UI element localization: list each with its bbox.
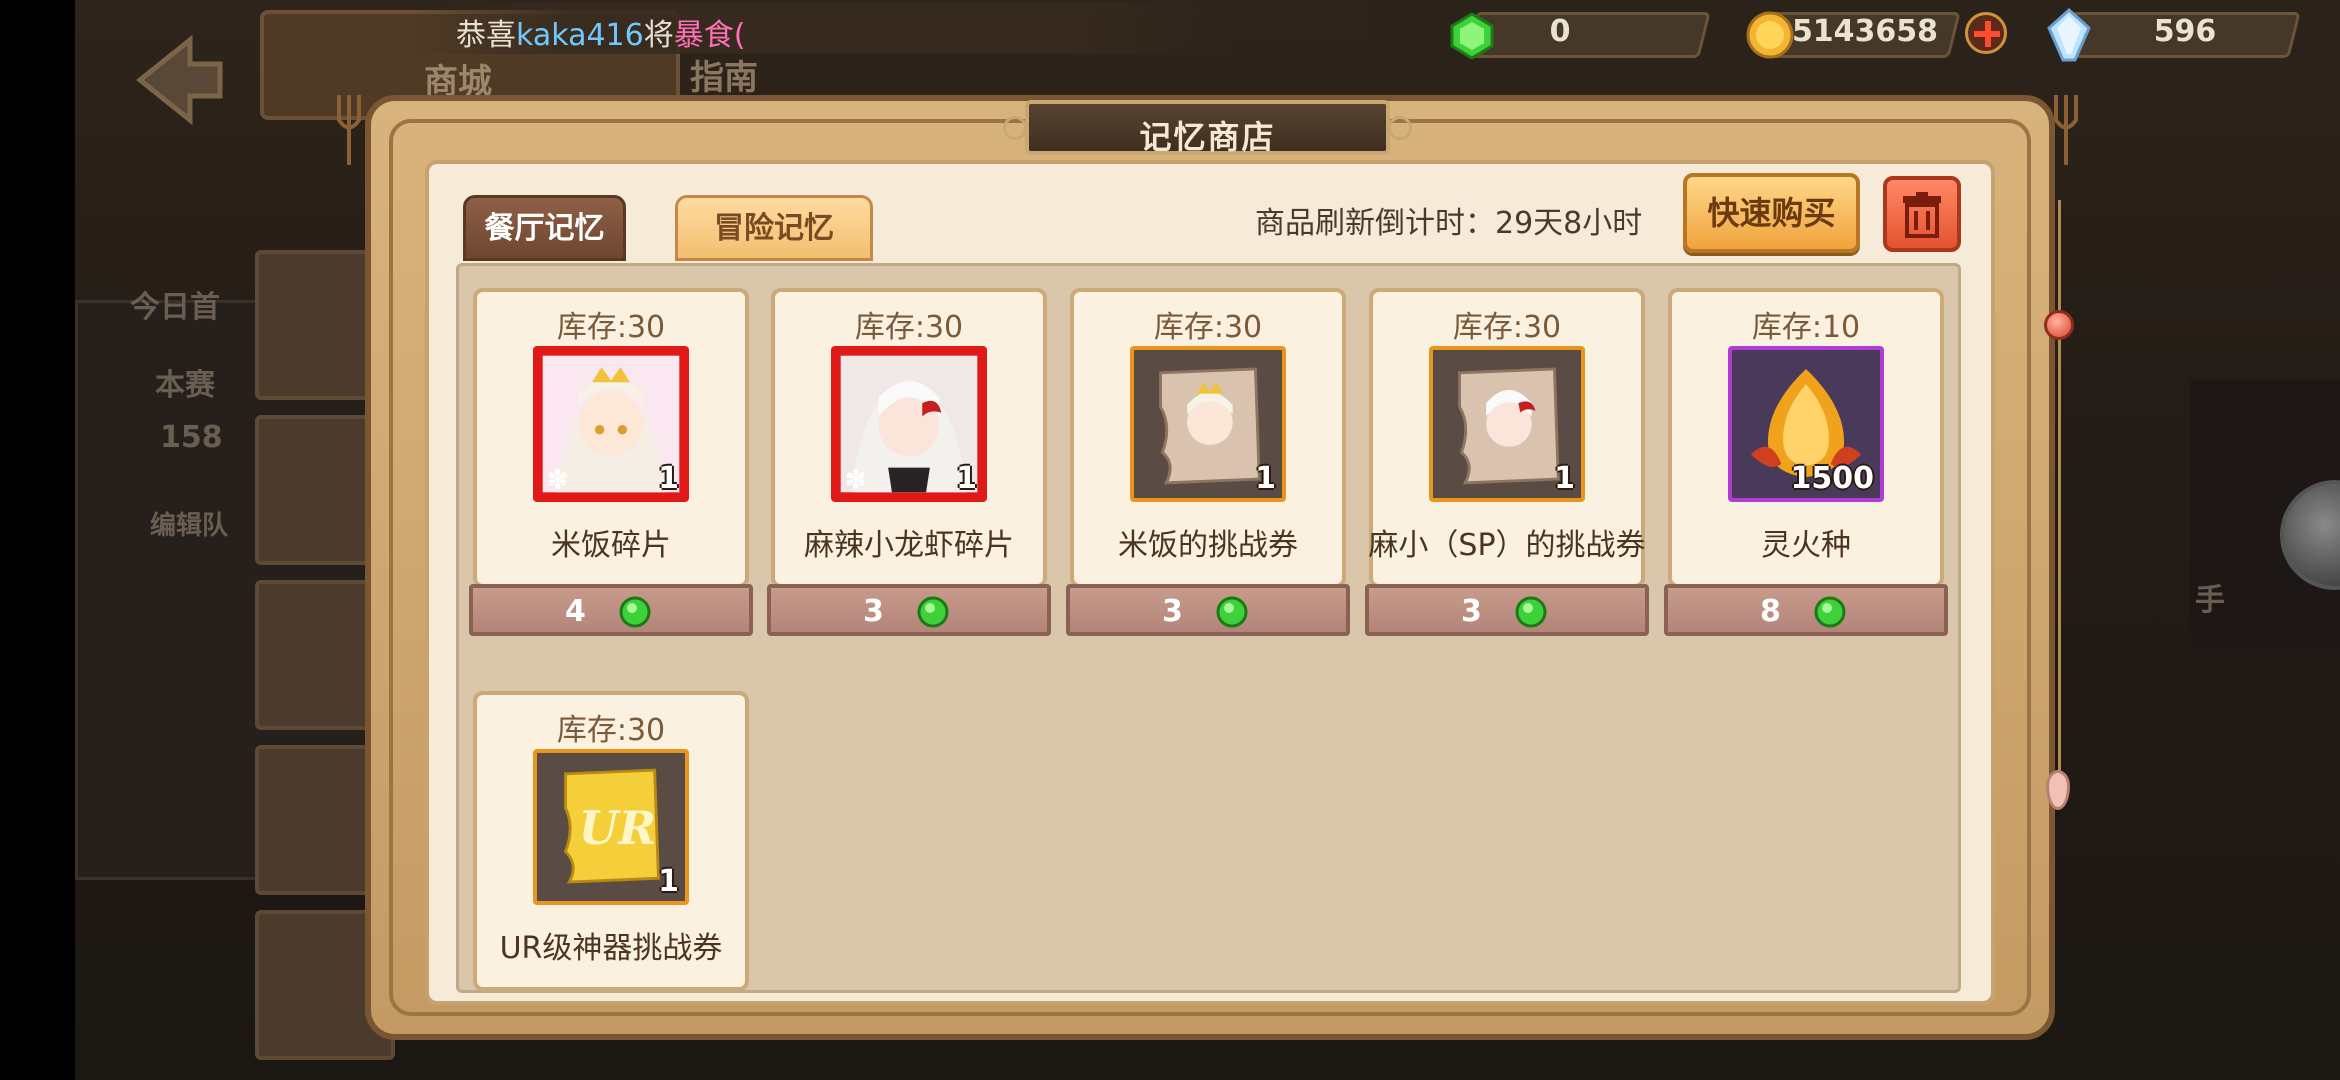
- item-price: 8: [1760, 594, 1781, 629]
- bg-text-today: 今日首: [130, 290, 220, 325]
- quick-buy-button[interactable]: 快速购买: [1683, 173, 1860, 253]
- gold-coin-icon: [1745, 10, 1795, 60]
- item-price-bar[interactable]: 4: [469, 584, 753, 636]
- screen-border: [0, 0, 75, 1080]
- pendant-string: [2058, 200, 2061, 800]
- shop-item-card[interactable]: 库存:30 UR 1 UR级神器挑战券: [473, 691, 749, 1041]
- shop-item-card[interactable]: 库存:30 1 麻小（SP）的挑战券 3: [1365, 288, 1649, 638]
- bg-guide-tab: 指南: [690, 58, 758, 98]
- crayfish-sp-challenge-ticket-icon: 1: [1429, 346, 1585, 502]
- green-gem-icon: [1448, 12, 1496, 60]
- item-price-bar[interactable]: 3: [1066, 584, 1350, 636]
- bg-text-season: 本赛: [155, 368, 215, 403]
- green-gem-icon: [1216, 596, 1248, 628]
- announcement-user: kaka416: [516, 18, 644, 53]
- bg-text-edit-team: 编辑队: [150, 511, 229, 541]
- crystal-icon: [2045, 7, 2093, 62]
- item-qty: 1: [658, 461, 679, 496]
- item-stock: 库存:30: [556, 713, 666, 748]
- shop-item-card[interactable]: 库存:30 ✽ 1 米饭碎片 4: [469, 288, 753, 638]
- frame-fork-ornament-left: [337, 95, 361, 165]
- trash-icon: [1903, 192, 1941, 238]
- tab-adventure-memory[interactable]: 冒险记忆: [675, 195, 873, 261]
- item-name: 米饭的挑战券: [1118, 528, 1298, 563]
- dialog-title: 记忆商店: [1139, 118, 1276, 156]
- spirit-fire-seed-icon: 1500: [1728, 346, 1884, 502]
- shop-item-card[interactable]: 库存:10 1500 灵火种 8: [1664, 288, 1948, 638]
- coin-value: 5143658: [1791, 14, 1939, 49]
- gem-value: 0: [1549, 14, 1571, 49]
- item-qty: 1: [1255, 461, 1276, 496]
- item-name: 麻辣小龙虾碎片: [804, 528, 1014, 563]
- rice-challenge-ticket-icon: 1: [1130, 346, 1286, 502]
- green-gem-icon: [917, 596, 949, 628]
- ur-artifact-ticket-icon: UR 1: [533, 749, 689, 905]
- item-price: 4: [565, 594, 586, 629]
- item-price-bar[interactable]: 8: [1664, 584, 1948, 636]
- item-name: 麻小（SP）的挑战券: [1368, 528, 1646, 563]
- item-name: 灵火种: [1761, 528, 1851, 563]
- item-price: 3: [863, 594, 884, 629]
- item-stock: 库存:30: [854, 310, 964, 345]
- crayfish-fragment-icon: ✽ 1: [831, 346, 987, 502]
- green-gem-icon: [1814, 596, 1846, 628]
- announcement-item: 暴食(: [673, 18, 746, 53]
- svg-text:UR: UR: [579, 801, 657, 855]
- add-coin-button[interactable]: [1965, 12, 2007, 54]
- green-gem-icon: [1515, 596, 1547, 628]
- crystal-value: 596: [2153, 14, 2217, 49]
- green-gem-icon: [619, 596, 651, 628]
- item-stock: 库存:30: [556, 310, 666, 345]
- item-qty: 1: [956, 461, 977, 496]
- tab-restaurant-memory[interactable]: 餐厅记忆: [463, 195, 626, 261]
- item-qty: 1: [658, 864, 679, 899]
- item-qty: 1: [1554, 461, 1575, 496]
- item-stock: 库存:10: [1751, 310, 1861, 345]
- item-stock: 库存:30: [1452, 310, 1562, 345]
- rice-fragment-icon: ✽ 1: [533, 346, 689, 502]
- shop-item-card[interactable]: 库存:30 1 米饭的挑战券 3: [1066, 288, 1350, 638]
- item-price-bar[interactable]: 3: [767, 584, 1051, 636]
- svg-text:✽: ✽: [844, 465, 866, 496]
- item-price: 3: [1162, 594, 1183, 629]
- bg-text-right: 手: [2195, 583, 2225, 618]
- frame-fork-ornament-right: [2054, 95, 2078, 165]
- item-stock: 库存:30: [1153, 310, 1263, 345]
- pendant-bead: [2044, 310, 2074, 340]
- back-arrow-icon[interactable]: [120, 30, 230, 130]
- bg-text-number: 158: [160, 420, 223, 455]
- trash-button[interactable]: [1883, 176, 1961, 252]
- announcement-prefix: 恭喜: [456, 18, 516, 53]
- item-price-bar[interactable]: 3: [1365, 584, 1649, 636]
- item-qty: 1500: [1790, 461, 1875, 496]
- svg-text:✽: ✽: [546, 465, 568, 496]
- item-name: 米饭碎片: [551, 528, 671, 563]
- item-price: 3: [1461, 594, 1482, 629]
- announcement-middle: 将: [643, 18, 674, 53]
- announcement-text: 恭喜kaka416将暴食(: [456, 10, 745, 54]
- item-name: UR级神器挑战券: [499, 931, 723, 966]
- refresh-countdown: 商品刷新倒计时：29天8小时: [1255, 206, 1643, 241]
- dialog-title-plate: 记忆商店: [1003, 100, 1412, 156]
- shop-item-card[interactable]: 库存:30 ✽ 1 麻辣小龙虾碎片 3: [767, 288, 1051, 638]
